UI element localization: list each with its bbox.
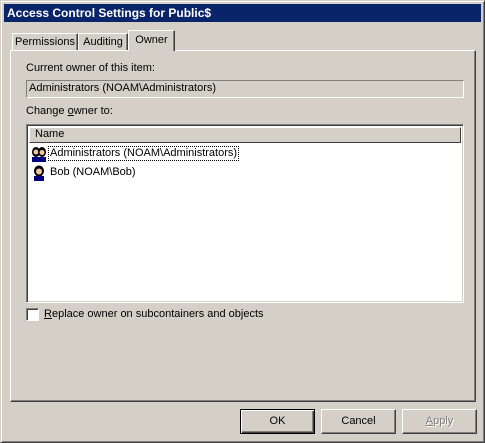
- change-owner-label-pre: Change: [26, 105, 68, 117]
- list-item-label: Administrators (NOAM\Administrators): [47, 146, 240, 161]
- tab-owner[interactable]: Owner: [128, 30, 175, 51]
- tab-permissions-label: Permissions: [15, 36, 75, 48]
- column-header-label: Name: [35, 128, 65, 140]
- current-owner-label: Current owner of this item:: [26, 62, 155, 74]
- replace-owner-checkbox[interactable]: [26, 307, 39, 321]
- apply-button-accel: A: [425, 415, 434, 427]
- title-bar[interactable]: Access Control Settings for Public$: [4, 4, 481, 22]
- current-owner-value: Administrators (NOAM\Administrators): [29, 82, 217, 94]
- replace-owner-label-accel: R: [44, 308, 52, 320]
- window-title: Access Control Settings for Public$: [7, 6, 212, 20]
- user-group-icon: [31, 146, 47, 162]
- apply-button-rest: pply: [433, 415, 454, 427]
- apply-button-label: Apply: [426, 415, 454, 427]
- change-owner-label-post: wner to:: [73, 105, 113, 117]
- list-item[interactable]: Administrators (NOAM\Administrators): [31, 144, 240, 163]
- dialog-window: Access Control Settings for Public$ Perm…: [0, 0, 485, 443]
- tab-auditing[interactable]: Auditing: [78, 33, 128, 51]
- ok-button[interactable]: OK: [240, 409, 315, 434]
- owner-list[interactable]: Name Administrators (NOAM\Administrators…: [26, 124, 464, 303]
- tab-permissions[interactable]: Permissions: [12, 33, 78, 51]
- user-icon: [31, 165, 47, 181]
- cancel-button[interactable]: Cancel: [321, 409, 396, 434]
- list-item[interactable]: Bob (NOAM\Bob): [31, 163, 137, 182]
- ok-button-label: OK: [269, 415, 286, 427]
- change-owner-label: Change owner to:: [26, 105, 113, 117]
- current-owner-field: Administrators (NOAM\Administrators): [26, 80, 464, 98]
- apply-button[interactable]: Apply: [402, 409, 477, 434]
- list-item-label: Bob (NOAM\Bob): [50, 166, 136, 178]
- tab-owner-label: Owner: [135, 34, 168, 46]
- cancel-button-label: Cancel: [341, 415, 376, 427]
- replace-owner-checkbox-row[interactable]: Replace owner on subcontainers and objec…: [26, 307, 264, 321]
- tab-auditing-label: Auditing: [83, 36, 123, 48]
- replace-owner-label-rest: eplace owner on subcontainers and object…: [51, 308, 264, 320]
- replace-owner-label: Replace owner on subcontainers and objec…: [44, 308, 264, 320]
- column-header-name[interactable]: Name: [29, 127, 461, 143]
